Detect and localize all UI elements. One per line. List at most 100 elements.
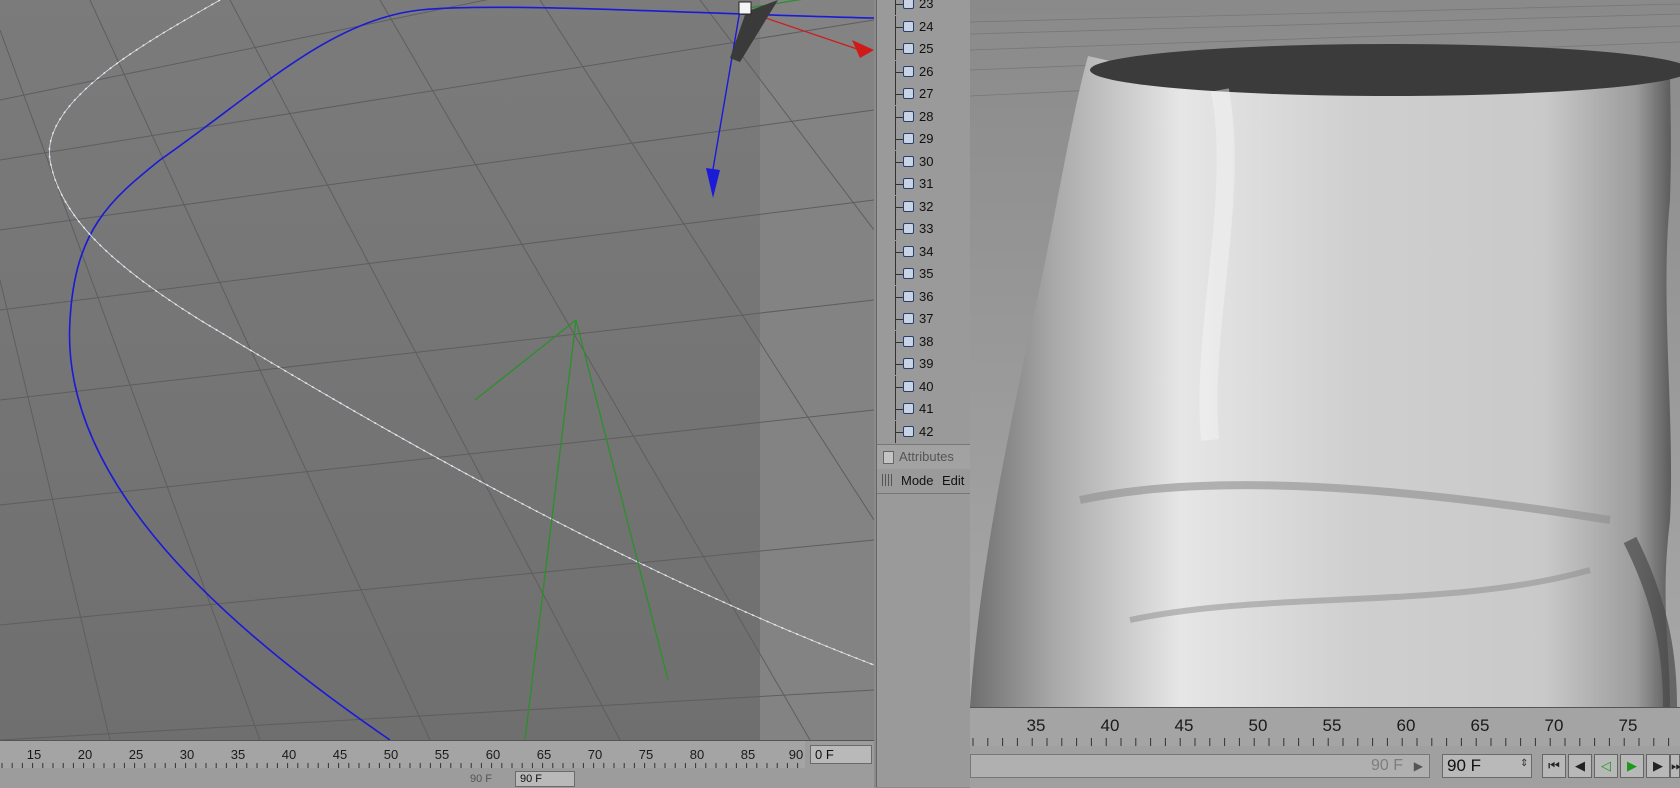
- object-list-item[interactable]: 38: [877, 330, 971, 353]
- render-scene[interactable]: [970, 0, 1680, 707]
- tick-label: 75: [1618, 716, 1638, 735]
- object-list-item[interactable]: 33: [877, 218, 971, 240]
- spinner-arrows-icon[interactable]: ⇕: [1520, 758, 1528, 769]
- menu-edit[interactable]: Edit: [942, 473, 964, 488]
- play-forward-icon[interactable]: ▶: [1620, 754, 1644, 778]
- object-list-item[interactable]: 31: [877, 173, 971, 195]
- viewport-perspective-left[interactable]: [0, 0, 874, 740]
- tree-branch: [895, 341, 903, 343]
- tick-label: 45: [1174, 716, 1194, 735]
- null-object-icon: [903, 155, 914, 167]
- tick-label: 45: [332, 747, 348, 762]
- menu-mode[interactable]: Mode: [901, 473, 934, 488]
- play-reverse-icon[interactable]: ◁: [1594, 754, 1618, 778]
- tick-label: 80: [689, 747, 705, 762]
- tree-branch: [895, 71, 903, 73]
- object-list-item[interactable]: 36: [877, 285, 971, 308]
- object-name: 29: [919, 131, 934, 146]
- object-list-item[interactable]: 29: [877, 128, 971, 150]
- object-list-item[interactable]: 35: [877, 263, 971, 285]
- timeline-right[interactable]: 35 40 45 50 55 60 65 70 75 90 F ▶ 90 F ⇕…: [970, 707, 1680, 788]
- end-frame-field[interactable]: 90 F: [515, 771, 575, 787]
- object-name: 36: [919, 288, 934, 304]
- menu-grip-icon[interactable]: [882, 474, 893, 486]
- null-object-icon: [903, 268, 914, 279]
- cylinder-opening: [1090, 44, 1680, 96]
- null-object-icon: [903, 425, 914, 437]
- current-frame-field[interactable]: 0 F: [810, 745, 872, 764]
- object-list-item[interactable]: 40: [877, 375, 971, 398]
- object-name: 24: [919, 18, 934, 34]
- tick-label: 50: [1248, 716, 1268, 735]
- frame-range-slider[interactable]: 90 F ▶: [970, 754, 1430, 778]
- null-object-icon: [903, 313, 914, 324]
- tick-label: 20: [77, 747, 93, 762]
- object-list-item[interactable]: 24: [877, 15, 971, 38]
- timeline-left[interactable]: 15 20 25 30 35 40 45 50 55 60 65 70 75 8…: [0, 740, 874, 788]
- object-list-item[interactable]: 32: [877, 195, 971, 218]
- null-object-icon: [903, 358, 914, 369]
- object-name: 23: [919, 0, 934, 11]
- attributes-header: Attributes: [877, 444, 971, 470]
- attributes-menu-bar: Mode Edit: [877, 469, 971, 494]
- object-list-item[interactable]: 28: [877, 105, 971, 128]
- tick-label: 65: [536, 747, 552, 762]
- attributes-title: Attributes: [899, 449, 954, 464]
- cloth-cylinder[interactable]: [970, 56, 1672, 707]
- end-frame-field[interactable]: 90 F: [1442, 754, 1532, 778]
- object-name: 31: [919, 176, 934, 191]
- go-to-start-icon[interactable]: ⏮: [1542, 754, 1566, 778]
- tick-label: 60: [485, 747, 501, 762]
- object-list-item[interactable]: 23: [877, 0, 971, 15]
- object-name: 32: [919, 198, 934, 214]
- tick-label: 75: [638, 747, 654, 762]
- object-manager-panel[interactable]: 23 24 25 26 27 28 29 30 31 32 33 34 35 36 37 38 39 40 41 42…: [876, 0, 972, 787]
- object-list-item[interactable]: 34: [877, 240, 971, 263]
- tick-label: 70: [1544, 716, 1564, 735]
- slider-arrow-icon[interactable]: ▶: [1414, 759, 1423, 773]
- null-object-icon: [903, 380, 914, 392]
- tree-branch: [895, 116, 903, 118]
- tree-branch: [895, 409, 903, 410]
- tree-branch: [895, 296, 903, 298]
- object-name: 33: [919, 221, 934, 236]
- tree-branch: [895, 364, 903, 365]
- tick-label: 55: [1322, 716, 1342, 735]
- tree-line: [895, 0, 896, 15]
- object-list-item[interactable]: 42: [877, 420, 971, 443]
- tick-label: 35: [230, 747, 246, 762]
- panel-grip-icon[interactable]: [883, 451, 894, 464]
- viewport-scene[interactable]: [0, 0, 874, 740]
- tick-label: 55: [434, 747, 450, 762]
- step-forward-icon[interactable]: ▶: [1646, 754, 1670, 778]
- object-name: 34: [919, 243, 934, 259]
- tick-label: 30: [179, 747, 195, 762]
- tick-label: 40: [281, 747, 297, 762]
- tree-branch: [895, 386, 903, 388]
- tree-branch: [895, 319, 903, 320]
- object-list-item[interactable]: 25: [877, 38, 971, 60]
- viewport-render-right[interactable]: [970, 0, 1680, 707]
- object-name: 41: [919, 401, 934, 416]
- null-object-icon: [903, 178, 914, 189]
- null-object-icon: [903, 223, 914, 234]
- timeline-ruler[interactable]: 15 20 25 30 35 40 45 50 55 60 65 70 75 8…: [0, 741, 805, 768]
- object-name: 37: [919, 311, 934, 326]
- object-name: 39: [919, 356, 934, 371]
- go-to-end-icon[interactable]: ⏭: [1670, 754, 1680, 778]
- object-list-item[interactable]: 26: [877, 60, 971, 83]
- null-object-icon: [903, 245, 914, 257]
- axis-cube-icon: [738, 1, 752, 15]
- null-object-icon: [903, 335, 914, 347]
- timeline-ruler[interactable]: 35 40 45 50 55 60 65 70 75: [970, 708, 1680, 746]
- object-list-item[interactable]: 30: [877, 150, 971, 173]
- object-list-item[interactable]: 37: [877, 308, 971, 330]
- object-list-item[interactable]: 27: [877, 83, 971, 105]
- ruler-ticks: [1, 763, 799, 768]
- tick-label: 90: [788, 747, 804, 762]
- object-list-item[interactable]: 41: [877, 398, 971, 420]
- step-back-icon[interactable]: ◀: [1568, 754, 1592, 778]
- tree-branch: [895, 251, 903, 253]
- object-name: 38: [919, 333, 934, 349]
- object-list-item[interactable]: 39: [877, 353, 971, 375]
